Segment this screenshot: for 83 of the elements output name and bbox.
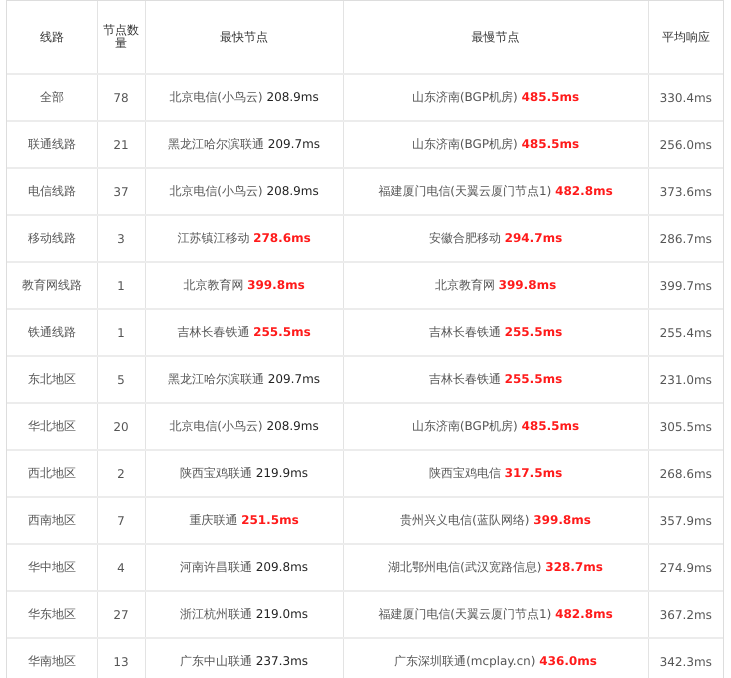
latency-value: 209.7ms bbox=[268, 372, 320, 386]
latency-value: 399.8ms bbox=[498, 278, 556, 292]
count-cell: 13 bbox=[97, 638, 145, 678]
count-cell: 5 bbox=[97, 356, 145, 403]
count-cell: 2 bbox=[97, 450, 145, 497]
route-cell: 铁通线路 bbox=[7, 309, 97, 356]
node-name: 吉林长春铁通 bbox=[428, 325, 501, 339]
latency-value: 219.9ms bbox=[256, 466, 308, 480]
node-name: 重庆联通 bbox=[189, 513, 238, 527]
route-cell: 联通线路 bbox=[7, 121, 97, 168]
route-cell: 华东地区 bbox=[7, 591, 97, 638]
count-cell: 4 bbox=[97, 544, 145, 591]
node-name: 广东中山联通 bbox=[180, 654, 252, 668]
route-cell: 华北地区 bbox=[7, 403, 97, 450]
node-name: 湖北鄂州电信(武汉宽路信息) bbox=[388, 560, 542, 574]
node-name: 浙江杭州联通 bbox=[180, 607, 252, 621]
latency-value: 209.8ms bbox=[256, 560, 308, 574]
count-cell: 3 bbox=[97, 215, 145, 262]
latency-value: 251.5ms bbox=[241, 513, 299, 527]
latency-value: 208.9ms bbox=[266, 419, 319, 433]
node-name: 陕西宝鸡电信 bbox=[428, 466, 501, 480]
latency-value: 208.9ms bbox=[266, 90, 319, 104]
column-header: 最快节点 bbox=[145, 1, 343, 74]
node-name: 吉林长春铁通 bbox=[428, 372, 501, 386]
latency-value: 219.0ms bbox=[256, 607, 308, 621]
node-name: 陕西宝鸡联通 bbox=[180, 466, 252, 480]
latency-value: 485.5ms bbox=[522, 90, 580, 104]
count-cell: 1 bbox=[97, 309, 145, 356]
node-name: 北京电信(小鸟云) bbox=[169, 184, 263, 198]
latency-value: 255.5ms bbox=[504, 325, 562, 339]
latency-value: 255.5ms bbox=[504, 372, 562, 386]
node-name: 广东深圳联通(mcplay.cn) bbox=[394, 654, 536, 668]
node-name: 贵州兴义电信(蓝队网络) bbox=[400, 513, 530, 527]
node-name: 北京教育网 bbox=[183, 278, 244, 292]
count-cell: 78 bbox=[97, 74, 145, 121]
node-name: 北京电信(小鸟云) bbox=[169, 419, 263, 433]
latency-value: 208.9ms bbox=[266, 184, 319, 198]
route-cell: 西北地区 bbox=[7, 450, 97, 497]
node-name: 福建厦门电信(天翼云厦门节点1) bbox=[378, 607, 552, 621]
node-name: 山东济南(BGP机房) bbox=[412, 90, 518, 104]
node-name: 安徽合肥移动 bbox=[428, 231, 501, 245]
latency-value: 255.5ms bbox=[253, 325, 311, 339]
column-header: 平均响应 bbox=[648, 1, 723, 74]
latency-value: 482.8ms bbox=[555, 184, 613, 198]
latency-value: 209.7ms bbox=[268, 137, 320, 151]
count-cell: 21 bbox=[97, 121, 145, 168]
count-cell: 20 bbox=[97, 403, 145, 450]
column-header: 最慢节点 bbox=[343, 1, 648, 74]
route-cell: 华中地区 bbox=[7, 544, 97, 591]
node-name: 河南许昌联通 bbox=[180, 560, 252, 574]
latency-value: 485.5ms bbox=[522, 137, 580, 151]
latency-value: 278.6ms bbox=[253, 231, 311, 245]
count-cell: 7 bbox=[97, 497, 145, 544]
count-cell: 37 bbox=[97, 168, 145, 215]
route-cell: 全部 bbox=[7, 74, 97, 121]
latency-value: 399.8ms bbox=[247, 278, 305, 292]
route-cell: 电信线路 bbox=[7, 168, 97, 215]
latency-value: 328.7ms bbox=[545, 560, 603, 574]
column-header: 线路 bbox=[7, 1, 97, 74]
route-cell: 华南地区 bbox=[7, 638, 97, 678]
column-header: 节点数量 bbox=[97, 1, 145, 74]
node-name: 山东济南(BGP机房) bbox=[412, 419, 518, 433]
node-name: 江苏镇江移动 bbox=[177, 231, 250, 245]
node-name: 北京电信(小鸟云) bbox=[169, 90, 263, 104]
count-cell: 27 bbox=[97, 591, 145, 638]
latency-value: 436.0ms bbox=[539, 654, 597, 668]
route-cell: 教育网线路 bbox=[7, 262, 97, 309]
node-name: 吉林长春铁通 bbox=[177, 325, 250, 339]
route-cell: 移动线路 bbox=[7, 215, 97, 262]
node-name: 山东济南(BGP机房) bbox=[412, 137, 518, 151]
node-name: 北京教育网 bbox=[434, 278, 495, 292]
route-cell: 东北地区 bbox=[7, 356, 97, 403]
route-cell: 西南地区 bbox=[7, 497, 97, 544]
node-name: 黑龙江哈尔滨联通 bbox=[168, 137, 264, 151]
node-name: 黑龙江哈尔滨联通 bbox=[168, 372, 264, 386]
latency-value: 294.7ms bbox=[504, 231, 562, 245]
node-name: 福建厦门电信(天翼云厦门节点1) bbox=[378, 184, 552, 198]
count-cell: 1 bbox=[97, 262, 145, 309]
latency-value: 399.8ms bbox=[533, 513, 591, 527]
latency-value: 485.5ms bbox=[522, 419, 580, 433]
latency-value: 317.5ms bbox=[504, 466, 562, 480]
latency-value: 482.8ms bbox=[555, 607, 613, 621]
latency-value: 237.3ms bbox=[256, 654, 308, 668]
